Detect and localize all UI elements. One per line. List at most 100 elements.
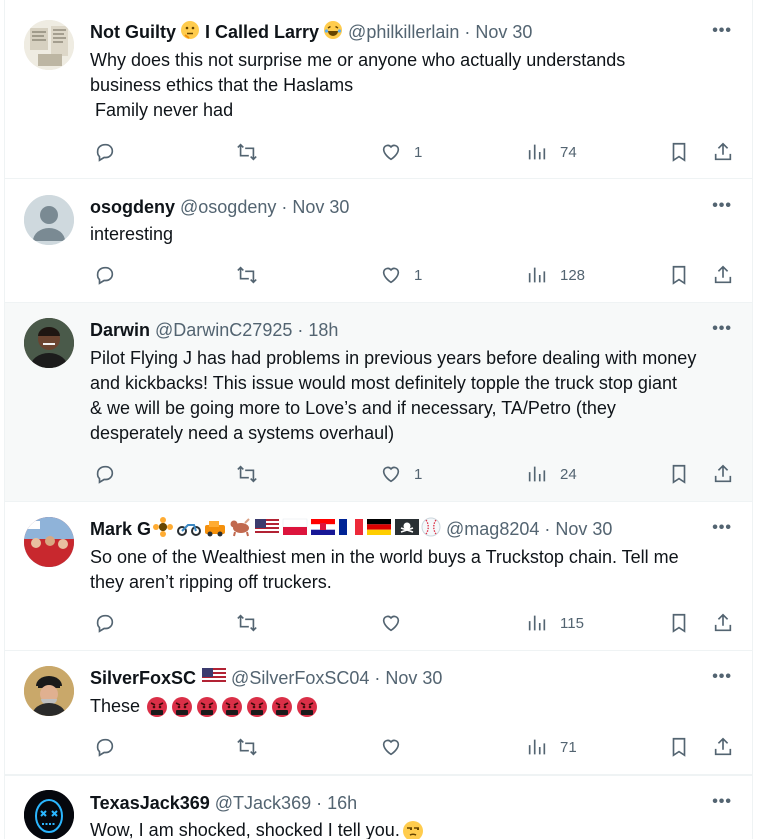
avatar[interactable] — [24, 20, 74, 70]
timestamp[interactable]: 16h — [327, 793, 357, 814]
avatar[interactable] — [24, 318, 74, 368]
thinking-emoji-icon — [180, 20, 200, 45]
share-button[interactable] — [712, 140, 734, 164]
more-options-icon[interactable]: ••• — [712, 519, 732, 537]
retweet-button[interactable] — [236, 462, 270, 486]
retweet-icon — [237, 266, 257, 284]
display-name[interactable]: Darwin — [90, 320, 150, 341]
reply-button[interactable] — [94, 735, 128, 759]
views-button[interactable]: 71 — [526, 735, 577, 759]
like-button[interactable]: 1 — [380, 140, 422, 164]
views-button[interactable]: 115 — [526, 611, 584, 635]
user-handle[interactable]: @mag8204 — [446, 519, 539, 540]
views-button[interactable]: 24 — [526, 462, 577, 486]
timestamp[interactable]: Nov 30 — [292, 197, 349, 218]
reply-button[interactable] — [94, 462, 128, 486]
bookmark-button[interactable] — [668, 735, 690, 759]
more-options-icon[interactable]: ••• — [712, 22, 732, 40]
tweet-item[interactable]: osogdeny @osogdeny · Nov 30 ••• interest… — [5, 179, 752, 303]
views-button[interactable]: 128 — [526, 263, 585, 287]
retweet-icon — [237, 143, 257, 161]
user-handle[interactable]: @osogdeny — [180, 197, 276, 218]
display-name[interactable]: Mark G — [90, 519, 151, 540]
views-button[interactable]: 74 — [526, 140, 577, 164]
tweet-item[interactable]: Darwin @DarwinC27925 · 18h ••• Pilot Fly… — [5, 303, 752, 502]
tweet-item[interactable]: Mark G @mag8204 · Nov 30 ••• So one of t… — [5, 502, 752, 651]
share-icon — [714, 613, 732, 632]
views-chart-icon — [528, 144, 546, 160]
timestamp[interactable]: Nov 30 — [385, 668, 442, 689]
reply-icon — [96, 738, 114, 757]
share-button[interactable] — [712, 263, 734, 287]
us-flag-icon — [202, 667, 227, 689]
share-button[interactable] — [712, 462, 734, 486]
view-count: 74 — [560, 143, 577, 161]
tweet-header: TexasJack369 @TJack369 · 16h — [90, 791, 738, 815]
heart-icon — [382, 267, 400, 284]
tweet-text: So one of the Wealthiest men in the worl… — [90, 547, 679, 592]
like-button[interactable]: 1 — [380, 462, 422, 486]
bookmark-icon — [672, 613, 686, 633]
more-options-icon[interactable]: ••• — [712, 793, 732, 811]
tweet-actions: 115 — [90, 611, 740, 635]
share-button[interactable] — [712, 735, 734, 759]
timestamp[interactable]: 18h — [308, 320, 338, 341]
user-handle[interactable]: @DarwinC27925 — [155, 320, 292, 341]
tweet-item[interactable]: Not Guilty I Called Larry @philkillerlai… — [5, 0, 752, 179]
reply-button[interactable] — [94, 611, 128, 635]
tweet-header: Mark G @mag8204 · Nov 30 — [90, 516, 738, 542]
like-button[interactable] — [380, 735, 414, 759]
bookmark-button[interactable] — [668, 611, 690, 635]
avatar[interactable] — [24, 666, 74, 716]
bookmark-button[interactable] — [668, 263, 690, 287]
reply-button[interactable] — [94, 140, 128, 164]
views-chart-icon — [528, 267, 546, 283]
tweet-item[interactable]: TexasJack369 @TJack369 · 16h ••• Wow, I … — [5, 775, 752, 839]
bookmark-button[interactable] — [668, 140, 690, 164]
bookmark-button[interactable] — [668, 462, 690, 486]
display-name-suffix[interactable]: I Called Larry — [205, 22, 319, 43]
display-name[interactable]: SilverFoxSC — [90, 668, 196, 689]
like-button[interactable]: 1 — [380, 263, 422, 287]
tweet-item[interactable]: SilverFoxSC @SilverFoxSC04 · Nov 30 ••• … — [5, 651, 752, 775]
views-chart-icon — [528, 615, 546, 631]
share-icon — [714, 265, 732, 284]
view-count: 24 — [560, 465, 577, 483]
more-options-icon[interactable]: ••• — [712, 668, 732, 686]
timestamp[interactable]: Nov 30 — [555, 519, 612, 540]
like-count: 1 — [414, 143, 423, 161]
tweet-text-content: These — [90, 696, 141, 716]
retweet-button[interactable] — [236, 140, 270, 164]
avatar[interactable] — [24, 790, 74, 839]
laughing-emoji-icon — [323, 20, 343, 45]
retweet-button[interactable] — [236, 735, 270, 759]
share-icon — [714, 142, 732, 161]
display-name[interactable]: Not Guilty — [90, 22, 176, 43]
tweet-header: osogdeny @osogdeny · Nov 30 — [90, 195, 738, 219]
separator: · — [316, 792, 323, 813]
tweet-actions: 1 128 — [90, 263, 740, 287]
display-name[interactable]: osogdeny — [90, 197, 175, 218]
tweet-text: interesting — [90, 224, 174, 244]
tweet-actions: 1 24 — [90, 462, 740, 486]
reply-icon — [96, 614, 114, 633]
share-button[interactable] — [712, 611, 734, 635]
bookmark-icon — [672, 464, 686, 484]
user-handle[interactable]: @SilverFoxSC04 — [231, 668, 369, 689]
user-handle[interactable]: @philkillerlain — [348, 22, 459, 43]
reply-button[interactable] — [94, 263, 128, 287]
more-options-icon[interactable]: ••• — [712, 197, 732, 215]
user-handle[interactable]: @TJack369 — [215, 793, 311, 814]
retweet-button[interactable] — [236, 611, 270, 635]
more-options-icon[interactable]: ••• — [712, 320, 732, 338]
tweet-header: Not Guilty I Called Larry @philkillerlai… — [90, 20, 738, 44]
display-name[interactable]: TexasJack369 — [90, 793, 210, 814]
name-emoji-flags-icon — [153, 516, 420, 542]
avatar[interactable] — [24, 517, 74, 567]
unamused-face-emoji-icon — [402, 820, 424, 839]
avatar[interactable] — [24, 195, 74, 245]
separator: · — [464, 21, 471, 42]
retweet-button[interactable] — [236, 263, 270, 287]
like-button[interactable] — [380, 611, 414, 635]
timestamp[interactable]: Nov 30 — [475, 22, 532, 43]
